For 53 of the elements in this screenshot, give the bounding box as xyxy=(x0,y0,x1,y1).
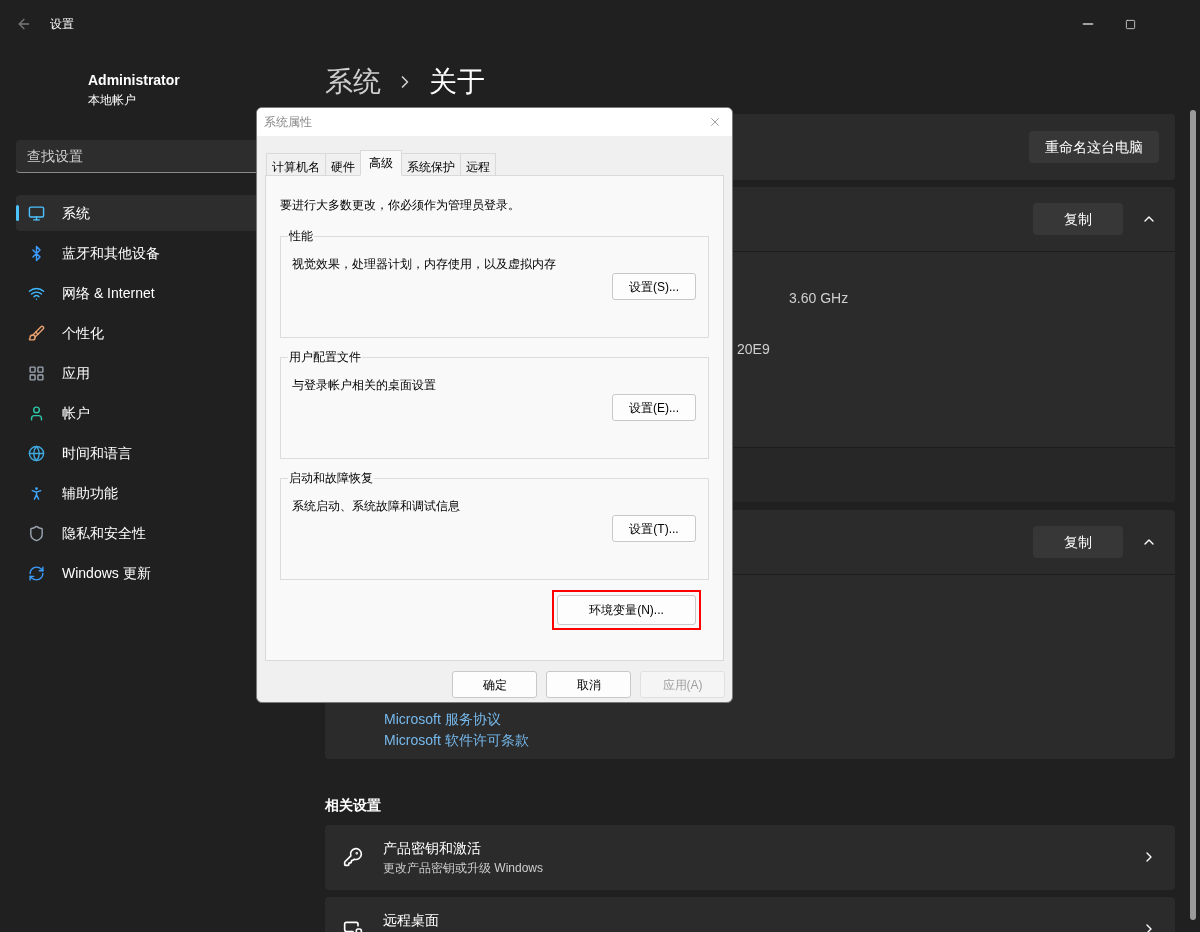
sidebar-item[interactable]: 时间和语言 xyxy=(16,435,316,471)
environment-variables-button[interactable]: 环境变量(N)... xyxy=(557,595,696,625)
copy-button[interactable]: 复制 xyxy=(1033,203,1123,235)
sidebar-item[interactable]: 帐户 xyxy=(16,395,316,431)
tab[interactable]: 计算机名 xyxy=(266,153,326,176)
settings-link-card[interactable]: 远程桌面 xyxy=(325,897,1175,932)
settings-button[interactable]: 设置(T)... xyxy=(612,515,696,542)
globe-icon xyxy=(28,444,45,462)
key-icon xyxy=(343,847,363,867)
sidebar-item[interactable]: 隐私和安全性 xyxy=(16,515,316,551)
monitor-icon xyxy=(28,204,45,222)
brush-icon xyxy=(28,324,45,342)
tab[interactable]: 高级 xyxy=(360,150,402,176)
dialog-button[interactable]: 取消 xyxy=(546,671,631,698)
dialog-title: 系统属性 xyxy=(264,114,312,131)
rename-button[interactable]: 重命名这台电脑 xyxy=(1029,131,1159,163)
page-title: 关于 xyxy=(429,65,485,99)
sidebar-item[interactable]: 网络 & Internet xyxy=(16,275,316,311)
breadcrumb-parent[interactable]: 系统 xyxy=(325,61,381,103)
account-type: 本地帐户 xyxy=(88,92,137,109)
group-title: 启动和故障恢复 xyxy=(288,470,374,487)
group-description: 视觉效果，处理器计划，内存使用，以及虚拟内存 xyxy=(292,256,557,273)
card-title: 远程桌面 xyxy=(383,911,439,930)
tab[interactable]: 硬件 xyxy=(325,153,361,176)
dialog-button[interactable]: 确定 xyxy=(452,671,537,698)
license-link[interactable]: Microsoft 软件许可条款 xyxy=(384,730,1175,751)
back-icon[interactable] xyxy=(16,16,32,32)
settings-button[interactable]: 设置(E)... xyxy=(612,394,696,421)
group-title: 性能 xyxy=(288,228,314,245)
close-icon[interactable] xyxy=(708,115,722,129)
maximize-icon[interactable] xyxy=(1125,18,1136,30)
person-icon xyxy=(28,404,45,422)
section-heading: 相关设置 xyxy=(325,796,382,815)
shield-icon xyxy=(28,524,45,542)
window-title: 设置 xyxy=(50,16,74,33)
account-name: Administrator xyxy=(88,71,181,90)
apps-icon xyxy=(28,364,45,382)
spec-value: 3.60 GHz xyxy=(789,289,849,308)
group-description: 系统启动、系统故障和调试信息 xyxy=(292,498,461,515)
refresh-icon xyxy=(28,564,45,582)
settings-button[interactable]: 设置(S)... xyxy=(612,273,696,300)
group-description: 与登录帐户相关的桌面设置 xyxy=(292,377,437,394)
copy-button[interactable]: 复制 xyxy=(1033,526,1123,558)
settings-link-card[interactable]: 产品密钥和激活 更改产品密钥或升级 Windows xyxy=(325,825,1175,890)
spec-value: 20E9 xyxy=(737,340,770,359)
sidebar-item[interactable]: Windows 更新 xyxy=(16,555,316,591)
scrollbar[interactable] xyxy=(1190,110,1196,920)
sidebar-item[interactable]: 个性化 xyxy=(16,315,316,351)
license-link[interactable]: Microsoft 服务协议 xyxy=(384,709,1175,730)
card-subtitle: 更改产品密钥或升级 Windows xyxy=(383,860,543,877)
tab[interactable]: 远程 xyxy=(460,153,496,176)
card-title: 产品密钥和激活 xyxy=(383,839,482,858)
group-title: 用户配置文件 xyxy=(288,349,362,366)
